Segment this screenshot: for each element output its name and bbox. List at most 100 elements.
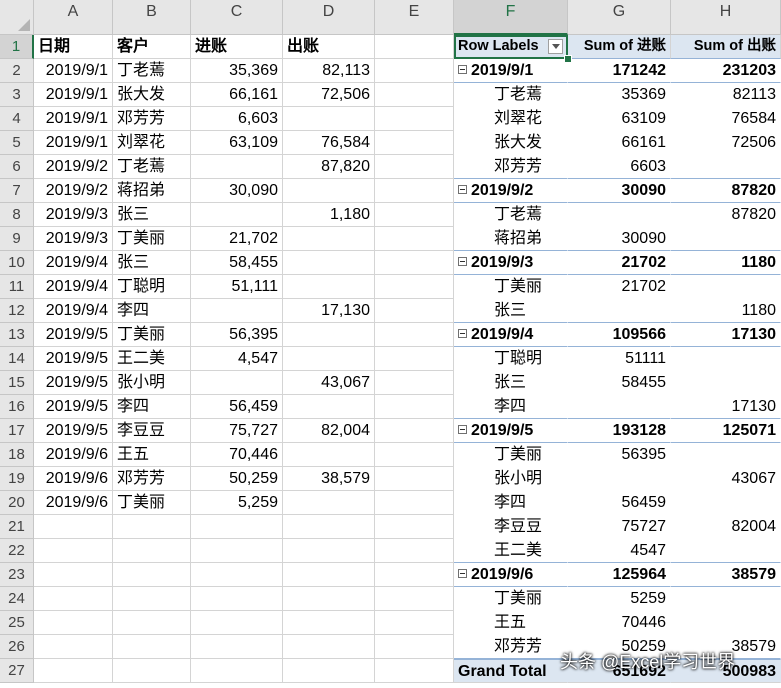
pivot-cust-label[interactable]: 丁聪明 [454,347,568,371]
pivot-sum-in[interactable]: 6603 [568,155,671,179]
collapse-minus-icon[interactable] [458,257,467,267]
row-header-23[interactable]: 23 [0,563,34,587]
cell-a11[interactable]: 2019/9/4 [34,275,113,299]
cell-a10[interactable]: 2019/9/4 [34,251,113,275]
pivot-date-label[interactable]: 2019/9/3 [454,251,568,275]
cell-c23[interactable] [191,563,283,587]
cell-d18[interactable] [283,443,375,467]
cell-d2[interactable]: 82,113 [283,59,375,83]
pivot-sum-in[interactable]: 30090 [568,179,671,203]
pivot-sum-out[interactable]: 82004 [671,515,781,539]
cell-a14[interactable]: 2019/9/5 [34,347,113,371]
pivot-date-label[interactable]: 2019/9/4 [454,323,568,347]
cell-c21[interactable] [191,515,283,539]
cell-d19[interactable]: 38,579 [283,467,375,491]
pivot-cust-label[interactable]: 张三 [454,299,568,323]
cell-e16[interactable] [375,395,454,419]
spreadsheet-grid[interactable]: A B C D E F G H 1 2 3 4 5 6 7 8 9 10 11 12 13 14 15 16 17 18 19 20 2… [0,0,781,688]
pivot-sum-out[interactable] [671,491,781,515]
pivot-sum-in[interactable]: 4547 [568,539,671,563]
cell-a7[interactable]: 2019/9/2 [34,179,113,203]
source-header-3[interactable]: 进账 [191,35,283,59]
cell-d16[interactable] [283,395,375,419]
cell-e14[interactable] [375,347,454,371]
pivot-sum-out[interactable]: 231203 [671,59,781,83]
cell-c7[interactable]: 30,090 [191,179,283,203]
row-header-14[interactable]: 14 [0,347,34,371]
cell-c11[interactable]: 51,111 [191,275,283,299]
cell-c9[interactable]: 21,702 [191,227,283,251]
cell-b15[interactable]: 张小明 [113,371,191,395]
pivot-sum-in[interactable]: 5259 [568,587,671,611]
column-header-g[interactable]: G [568,0,671,35]
cell-a26[interactable] [34,635,113,659]
cell-b7[interactable]: 蒋招弟 [113,179,191,203]
pivot-cust-label[interactable]: 丁美丽 [454,587,568,611]
pivot-sum-out[interactable]: 72506 [671,131,781,155]
cell-c2[interactable]: 35,369 [191,59,283,83]
cell-e5[interactable] [375,131,454,155]
pivot-sum-in[interactable]: 70446 [568,611,671,635]
pivot-sum-out[interactable]: 87820 [671,179,781,203]
row-header-25[interactable]: 25 [0,611,34,635]
row-header-22[interactable]: 22 [0,539,34,563]
cell-c16[interactable]: 56,459 [191,395,283,419]
pivot-sum-out[interactable] [671,611,781,635]
cell-a21[interactable] [34,515,113,539]
row-header-27[interactable]: 27 [0,659,34,683]
pivot-cust-label[interactable]: 李四 [454,395,568,419]
row-header-8[interactable]: 8 [0,203,34,227]
cell-b25[interactable] [113,611,191,635]
cell-b19[interactable]: 邓芳芳 [113,467,191,491]
pivot-cust-label[interactable]: 蒋招弟 [454,227,568,251]
cell-c18[interactable]: 70,446 [191,443,283,467]
pivot-sum-in[interactable]: 35369 [568,83,671,107]
cell-e12[interactable] [375,299,454,323]
pivot-sum-in[interactable] [568,467,671,491]
cell-b12[interactable]: 李四 [113,299,191,323]
row-header-21[interactable]: 21 [0,515,34,539]
cell-d11[interactable] [283,275,375,299]
cell-e6[interactable] [375,155,454,179]
pivot-sum-in[interactable]: 56395 [568,443,671,467]
cell-e15[interactable] [375,371,454,395]
cell-c19[interactable]: 50,259 [191,467,283,491]
cell-c20[interactable]: 5,259 [191,491,283,515]
cell-e25[interactable] [375,611,454,635]
cell-a23[interactable] [34,563,113,587]
pivot-sum-in[interactable]: 109566 [568,323,671,347]
collapse-minus-icon[interactable] [458,185,467,195]
cell-a3[interactable]: 2019/9/1 [34,83,113,107]
cell-d15[interactable]: 43,067 [283,371,375,395]
row-header-20[interactable]: 20 [0,491,34,515]
pivot-sum-out[interactable]: 17130 [671,323,781,347]
cell-d20[interactable] [283,491,375,515]
cell-a2[interactable]: 2019/9/1 [34,59,113,83]
row-header-13[interactable]: 13 [0,323,34,347]
fill-handle[interactable] [564,55,572,63]
row-header-5[interactable]: 5 [0,131,34,155]
row-header-6[interactable]: 6 [0,155,34,179]
pivot-cust-label[interactable]: 邓芳芳 [454,635,568,659]
cell-a24[interactable] [34,587,113,611]
column-header-c[interactable]: C [191,0,283,35]
cell-a4[interactable]: 2019/9/1 [34,107,113,131]
collapse-minus-icon[interactable] [458,65,467,75]
cell-c26[interactable] [191,635,283,659]
column-header-b[interactable]: B [113,0,191,35]
pivot-cust-label[interactable]: 丁老蔫 [454,83,568,107]
cell-d26[interactable] [283,635,375,659]
pivot-sum-out[interactable] [671,539,781,563]
cell-d9[interactable] [283,227,375,251]
pivot-sum-in[interactable]: 75727 [568,515,671,539]
cell-b24[interactable] [113,587,191,611]
column-header-h[interactable]: H [671,0,781,35]
pivot-cust-label[interactable]: 张小明 [454,467,568,491]
pivot-value-header-1[interactable]: Sum of 进账 [568,35,671,59]
cell-d8[interactable]: 1,180 [283,203,375,227]
column-header-f[interactable]: F [454,0,568,35]
cell-c17[interactable]: 75,727 [191,419,283,443]
column-header-a[interactable]: A [34,0,113,35]
pivot-sum-in[interactable]: 63109 [568,107,671,131]
pivot-cust-label[interactable]: 丁美丽 [454,443,568,467]
